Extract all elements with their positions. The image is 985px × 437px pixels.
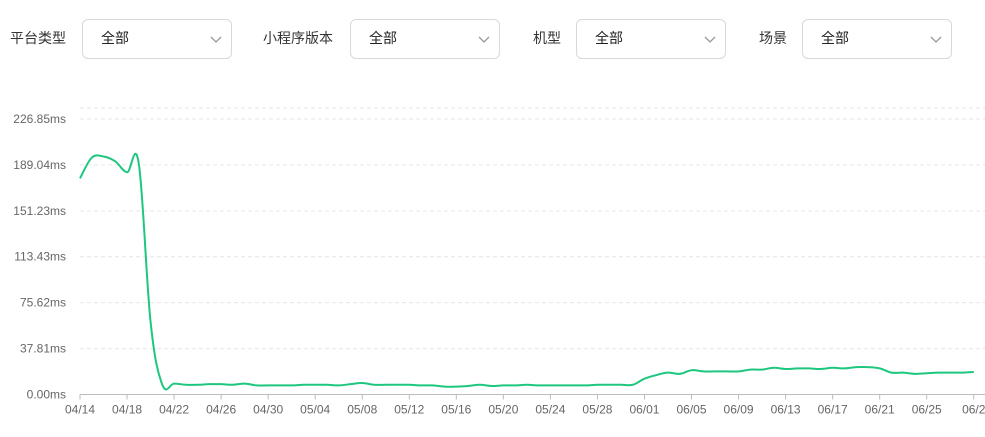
x-tick-label: 05/24 [535,403,565,417]
x-tick-label: 04/14 [65,403,95,417]
miniprogram-version-select[interactable]: 全部 [350,19,500,59]
x-tick-label: 05/28 [582,403,612,417]
x-tick-label: 04/30 [253,403,283,417]
x-tick-label: 06/25 [912,403,942,417]
chevron-down-icon [704,36,716,43]
y-tick-label: 189.04ms [13,158,66,172]
x-tick-label: 06/21 [865,403,895,417]
latency-line-chart: 0.00ms 37.81ms 75.62ms 113.43ms 151.23ms 189.… [13,107,985,417]
chevron-down-icon [210,36,222,43]
device-model-label: 机型 [533,31,561,47]
device-model-value: 全部 [595,31,623,47]
x-tick-label: 06/13 [771,403,801,417]
x-tick-label: 06/17 [818,403,848,417]
x-tick-label: 04/26 [206,403,236,417]
series-line [79,153,974,391]
x-tick-label: 06/01 [629,403,659,417]
x-tick-label: 04/22 [159,403,189,417]
scene-value: 全部 [821,31,849,47]
platform-type-select[interactable]: 全部 [82,19,232,59]
x-tick-label: 05/12 [394,403,424,417]
x-tick-label: 05/04 [300,403,330,417]
chevron-down-icon [930,36,942,43]
y-tick-label: 37.81ms [20,342,66,356]
miniprogram-version-value: 全部 [369,31,397,47]
x-tick-label: 05/20 [488,403,518,417]
platform-type-label: 平台类型 [10,31,66,47]
device-model-select[interactable]: 全部 [576,19,726,59]
platform-type-value: 全部 [101,31,129,47]
x-tick-label: 05/08 [347,403,377,417]
y-tick-label: 0.00ms [27,388,66,402]
x-tick-label: 06/2 [962,403,985,417]
scene-label: 场景 [759,31,787,47]
x-tick-label: 06/05 [677,403,707,417]
y-tick-label: 113.43ms [14,250,66,264]
y-tick-label: 151.23ms [13,204,66,218]
y-tick-label: 226.85ms [13,112,66,126]
x-tick-label: 06/09 [724,403,754,417]
x-tick-label: 04/18 [112,403,142,417]
x-tick-label: 05/16 [441,403,471,417]
scene-select[interactable]: 全部 [802,19,952,59]
filter-bar: 平台类型 全部 小程序版本 全部 机型 全部 场景 全部 [0,0,985,80]
chevron-down-icon [478,36,490,43]
miniprogram-version-label: 小程序版本 [263,31,333,47]
y-tick-label: 75.62ms [20,296,66,310]
